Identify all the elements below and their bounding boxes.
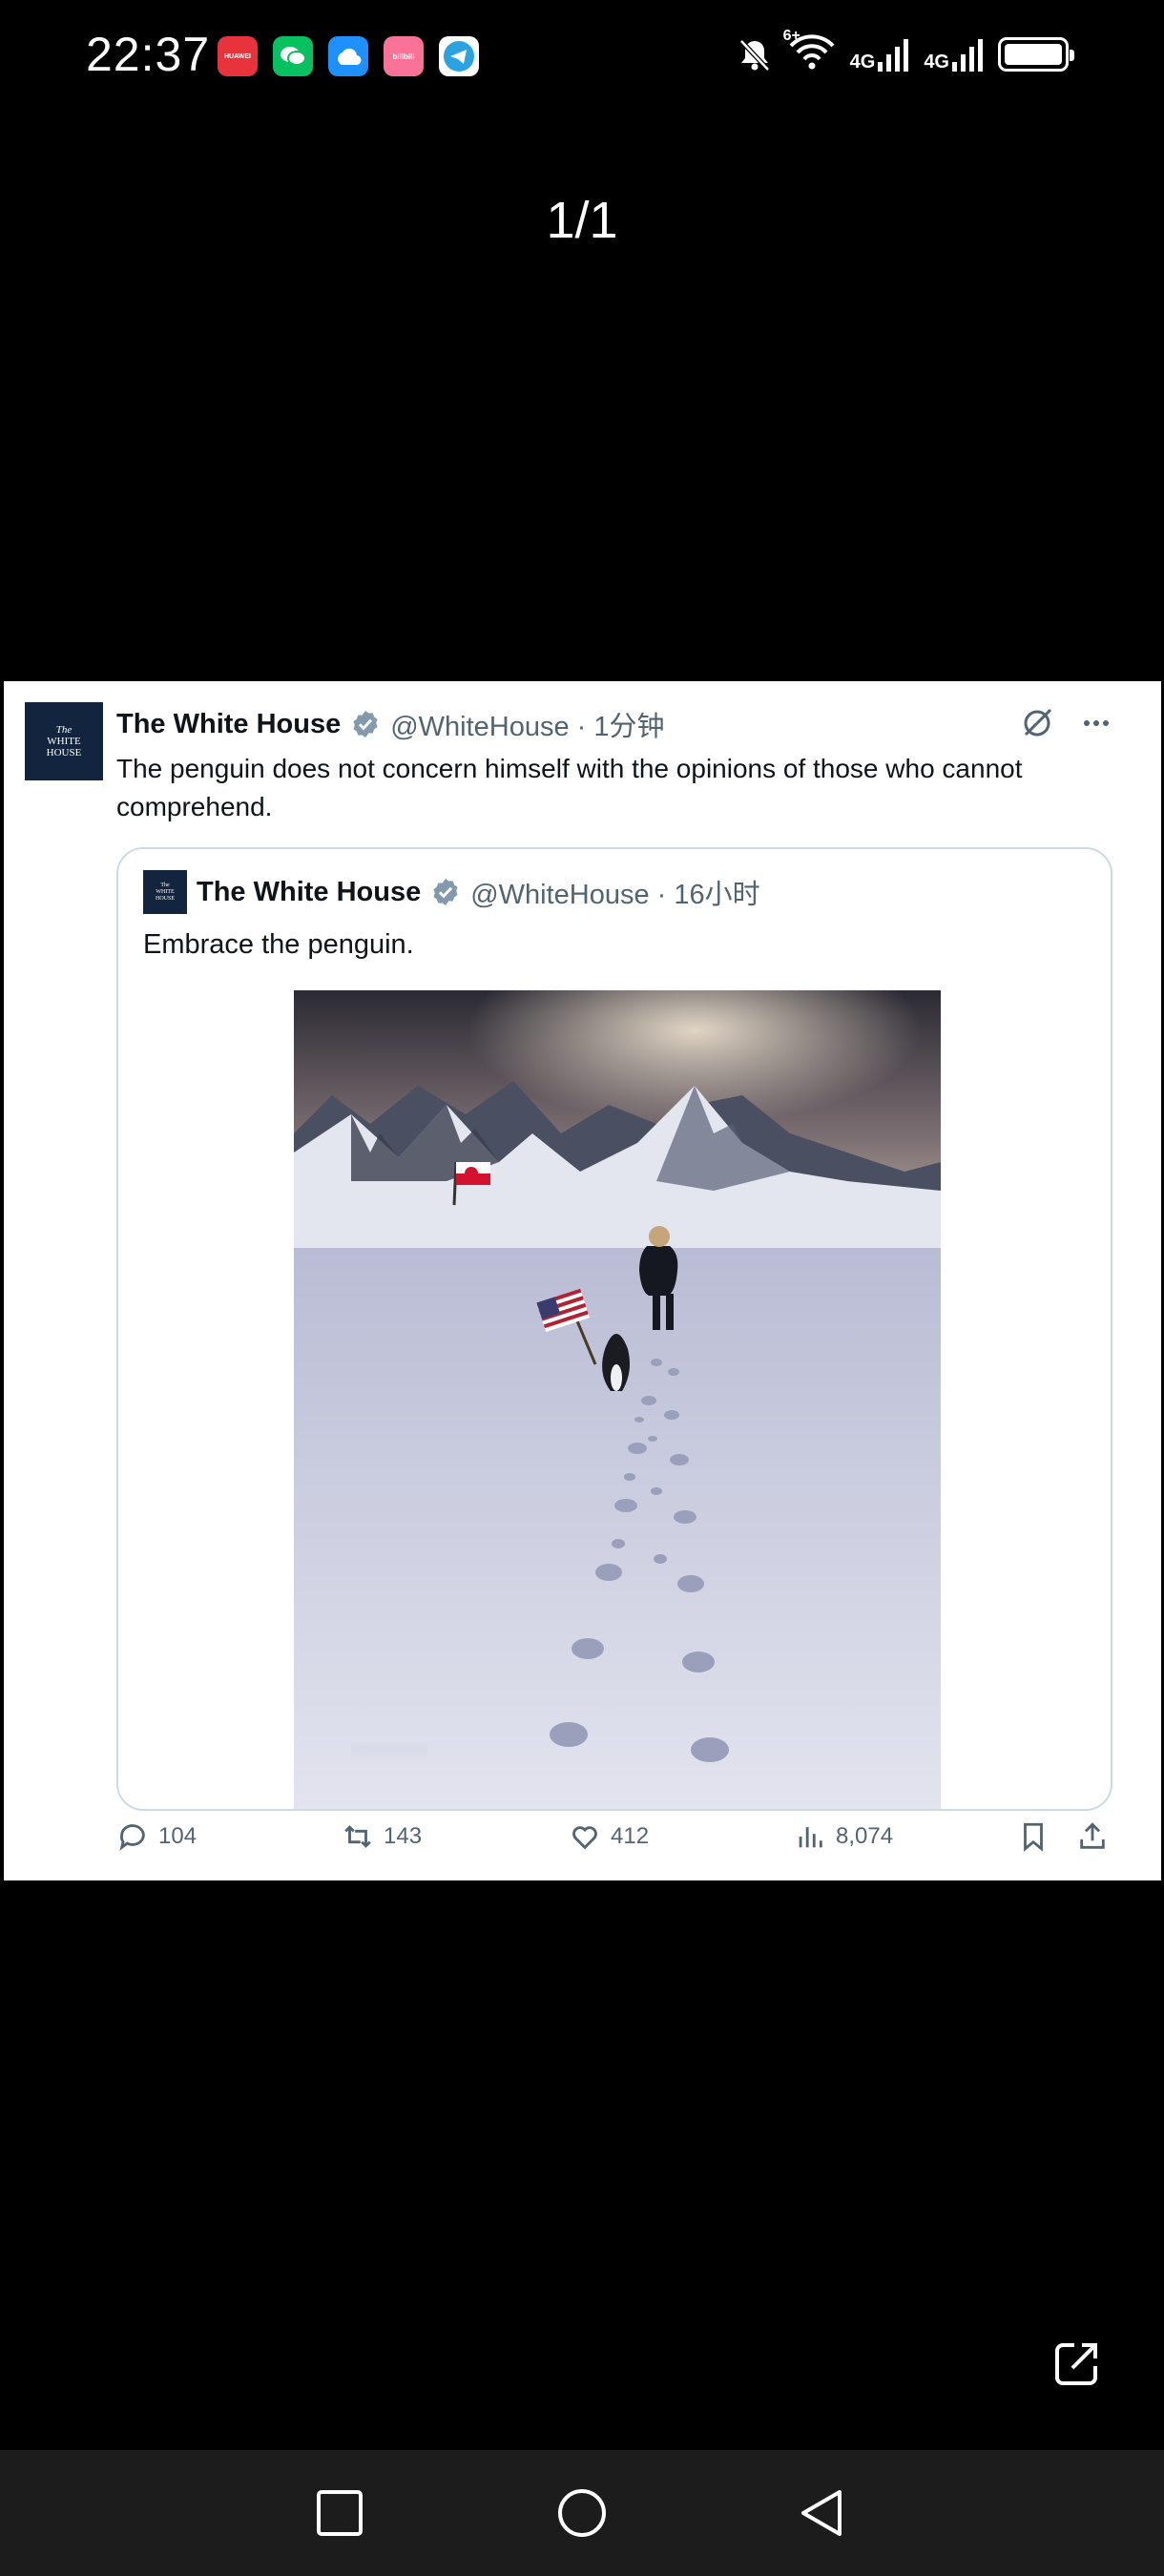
status-bar: 22:37 HUAWEI bilibili 6+ 4G 4G — [0, 0, 1164, 114]
quoted-handle-and-time: @WhiteHouse · 16小时 — [470, 880, 760, 910]
quoted-author-name: The White House — [197, 876, 422, 907]
more-options-icon[interactable] — [1079, 706, 1113, 740]
like-button[interactable]: 412 — [569, 1820, 649, 1853]
tweet-header: The White House @WhiteHouse · 1分钟 — [116, 704, 665, 744]
system-indicators: 6+ 4G 4G — [736, 28, 1074, 75]
quoted-tweet-text: Embrace the penguin. — [143, 929, 414, 960]
wechat-icon — [273, 36, 313, 76]
quoted-avatar: The WHITE HOUSE — [143, 870, 187, 914]
tweet-actions: 104 143 412 8,074 — [4, 1817, 1161, 1864]
retweet-count: 143 — [384, 1823, 423, 1849]
reply-count: 104 — [158, 1823, 197, 1849]
views-chart-icon — [799, 1827, 822, 1848]
clock: 22:37 — [86, 28, 211, 81]
signal-1-icon: 4G — [850, 37, 911, 72]
heart-icon — [572, 1826, 597, 1850]
battery-icon — [998, 36, 1074, 72]
views-count: 8,074 — [836, 1823, 894, 1849]
home-button[interactable] — [555, 2486, 609, 2540]
navigation-bar — [0, 2450, 1164, 2576]
avatar[interactable]: The WHITE HOUSE — [25, 702, 103, 780]
image-counter: 1/1 — [546, 192, 618, 249]
notification-icons: HUAWEI bilibili — [218, 36, 479, 76]
quoted-tweet-header: The WHITE HOUSE The White House @WhiteHo… — [143, 870, 760, 914]
retweet-button[interactable]: 143 — [342, 1820, 422, 1853]
retweet-icon — [344, 1825, 371, 1848]
verified-badge-icon — [433, 879, 458, 905]
tweet-top-actions — [1020, 706, 1113, 740]
share-icon — [1080, 1822, 1105, 1849]
tv-app-icon: bilibili — [384, 36, 424, 76]
share-button[interactable] — [1076, 1820, 1109, 1853]
quoted-tweet[interactable]: The WHITE HOUSE The White House @WhiteHo… — [116, 847, 1112, 1811]
grok-icon[interactable] — [1020, 706, 1054, 740]
bookmark-icon — [1024, 1822, 1043, 1852]
wifi-icon: 6+ — [783, 28, 837, 75]
verified-badge-icon — [353, 711, 378, 737]
recent-apps-button[interactable] — [313, 2486, 366, 2540]
back-button[interactable] — [796, 2486, 849, 2540]
author-name[interactable]: The White House — [116, 709, 341, 740]
views-button[interactable]: 8,074 — [794, 1820, 893, 1853]
cloud-icon — [328, 36, 368, 76]
bookmark-button[interactable] — [1017, 1820, 1050, 1853]
signal-2-icon: 4G — [924, 37, 985, 72]
bell-muted-icon — [738, 38, 770, 72]
like-count: 412 — [611, 1823, 650, 1849]
reply-icon — [119, 1824, 145, 1851]
tweet-text: The penguin does not concern himself wit… — [116, 754, 1023, 821]
quoted-tweet-image[interactable] — [294, 990, 941, 1809]
telegram-icon — [439, 36, 479, 76]
tweet-card[interactable]: The WHITE HOUSE The White House @WhiteHo… — [4, 681, 1161, 1880]
reply-button[interactable]: 104 — [116, 1820, 197, 1853]
huawei-store-icon: HUAWEI — [218, 36, 258, 76]
open-external-icon[interactable] — [1051, 2337, 1103, 2389]
handle-and-time: @WhiteHouse · 1分钟 — [390, 712, 665, 742]
penguin-snow-image — [294, 990, 941, 1809]
